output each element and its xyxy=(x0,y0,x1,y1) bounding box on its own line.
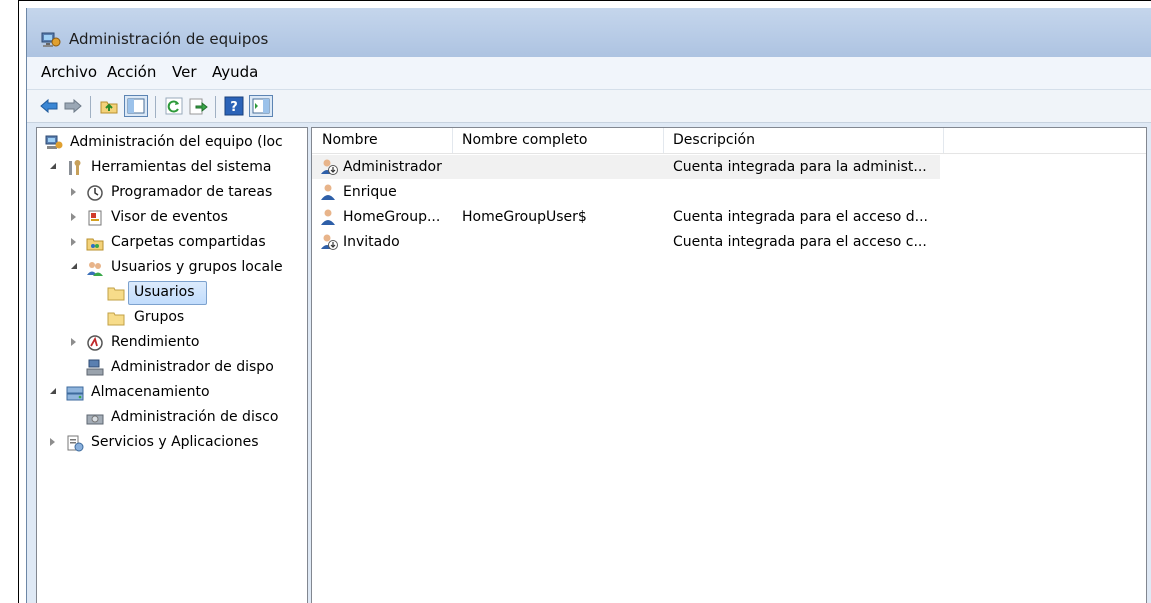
tree-item-label: Carpetas compartidas xyxy=(111,234,266,250)
user-disabled-icon xyxy=(321,234,338,250)
menu-accion[interactable]: Acción xyxy=(107,63,156,81)
tree-item-label: Administración de disco xyxy=(111,409,279,425)
users-list: Nombre Nombre completo Descripción Admin… xyxy=(311,127,1147,603)
tree-item-label: Usuarios y grupos locale xyxy=(111,259,283,275)
tree-item-label: Programador de tareas xyxy=(111,184,273,200)
tree-item-label: Administrador de dispo xyxy=(111,359,274,375)
window-title: Administración de equipos xyxy=(69,30,269,48)
tree-item-local-users-groups[interactable]: Usuarios y grupos locale xyxy=(37,256,307,280)
menu-archivo[interactable]: Archivo xyxy=(41,63,97,81)
export-list-icon[interactable] xyxy=(188,96,208,116)
menu-bar: Archivo Acción Ver Ayuda xyxy=(27,57,1151,90)
tools-icon xyxy=(69,160,81,175)
toolbar-separator xyxy=(90,96,91,118)
shared-folder-icon xyxy=(86,238,104,251)
tree-item-disk-management[interactable]: Administración de disco xyxy=(37,406,307,430)
tree-item-services-apps[interactable]: Servicios y Aplicaciones xyxy=(37,431,307,455)
expanded-arrow-icon[interactable] xyxy=(50,388,56,394)
performance-icon xyxy=(87,335,103,351)
toolbar-separator xyxy=(155,96,156,118)
tree-item-label: Visor de eventos xyxy=(111,209,228,225)
disk-icon xyxy=(86,414,104,425)
table-row[interactable]: Enrique xyxy=(312,180,1146,204)
arrow-left-icon[interactable] xyxy=(39,96,59,116)
event-viewer-icon xyxy=(88,210,102,226)
svg-text:?: ? xyxy=(230,100,238,115)
tree-item-event-viewer[interactable]: Visor de eventos xyxy=(37,206,307,230)
users-group-icon xyxy=(87,262,103,276)
folder-up-icon[interactable] xyxy=(99,96,119,116)
cell-name: Enrique xyxy=(343,184,397,200)
folder-icon xyxy=(107,312,125,326)
console-tree: Administración del equipo (loc Herramien… xyxy=(36,127,308,603)
tree-item-root[interactable]: Administración del equipo (loc xyxy=(37,131,307,155)
tree-item-label: Administración del equipo (loc xyxy=(70,134,283,150)
column-header-full-name[interactable]: Nombre completo xyxy=(452,128,664,153)
collapsed-arrow-icon[interactable] xyxy=(71,338,76,346)
toolbar: ? xyxy=(27,90,1151,123)
tree-item-label: Rendimiento xyxy=(111,334,200,350)
tree-item-performance[interactable]: Rendimiento xyxy=(37,331,307,355)
cell-description: Cuenta integrada para el acceso c... xyxy=(673,234,927,250)
computer-management-icon xyxy=(45,135,63,149)
refresh-icon[interactable] xyxy=(164,96,184,116)
collapsed-arrow-icon[interactable] xyxy=(71,213,76,221)
tree-item-label: Servicios y Aplicaciones xyxy=(91,434,259,450)
tree-item-groups[interactable]: Grupos xyxy=(37,306,307,330)
expanded-arrow-icon[interactable] xyxy=(50,163,56,169)
help-icon[interactable]: ? xyxy=(224,96,244,116)
computer-management-window: Administración de equipos Archivo Acción… xyxy=(26,8,1151,603)
user-icon xyxy=(321,184,335,200)
action-pane-icon[interactable] xyxy=(249,95,273,117)
cell-full-name: HomeGroupUser$ xyxy=(462,209,587,225)
column-header-description[interactable]: Descripción xyxy=(663,128,944,153)
console-tree-icon[interactable] xyxy=(124,95,148,117)
table-row[interactable]: Administrador Cuenta integrada para la a… xyxy=(312,155,940,179)
arrow-right-icon[interactable] xyxy=(63,96,83,116)
cell-description: Cuenta integrada para la administ... xyxy=(673,159,927,175)
tree-item-users[interactable]: Usuarios xyxy=(37,281,307,305)
cell-name: HomeGroup... xyxy=(343,209,441,225)
user-icon xyxy=(321,209,335,225)
tree-item-device-manager[interactable]: Administrador de dispo xyxy=(37,356,307,380)
table-row[interactable]: Invitado Cuenta integrada para el acceso… xyxy=(312,230,1146,254)
tree-item-label: Grupos xyxy=(134,309,185,325)
storage-icon xyxy=(66,386,84,401)
clock-icon xyxy=(87,185,103,201)
user-disabled-icon xyxy=(321,159,338,175)
tree-item-label: Herramientas del sistema xyxy=(91,159,272,175)
expanded-arrow-icon[interactable] xyxy=(71,263,77,269)
tree-item-label: Usuarios xyxy=(134,284,195,300)
folder-icon xyxy=(107,287,125,301)
computer-management-icon xyxy=(41,32,61,47)
cell-name: Administrador xyxy=(343,159,442,175)
device-manager-icon xyxy=(86,359,104,376)
toolbar-separator xyxy=(215,96,216,118)
table-row[interactable]: HomeGroup... HomeGroupUser$ Cuenta integ… xyxy=(312,205,1146,229)
menu-ayuda[interactable]: Ayuda xyxy=(212,63,258,81)
tree-item-label: Almacenamiento xyxy=(91,384,210,400)
tree-item-system-tools[interactable]: Herramientas del sistema xyxy=(37,156,307,180)
cell-description: Cuenta integrada para el acceso d... xyxy=(673,209,928,225)
tree-item-storage[interactable]: Almacenamiento xyxy=(37,381,307,405)
cell-name: Invitado xyxy=(343,234,400,250)
collapsed-arrow-icon[interactable] xyxy=(50,438,55,446)
tree-item-task-scheduler[interactable]: Programador de tareas xyxy=(37,181,307,205)
services-icon xyxy=(67,435,84,452)
title-bar: Administración de equipos xyxy=(27,8,1151,57)
column-header-name[interactable]: Nombre xyxy=(312,128,453,153)
collapsed-arrow-icon[interactable] xyxy=(71,188,76,196)
menu-ver[interactable]: Ver xyxy=(172,63,197,81)
column-header-row: Nombre Nombre completo Descripción xyxy=(312,128,1146,154)
tree-item-shared-folders[interactable]: Carpetas compartidas xyxy=(37,231,307,255)
collapsed-arrow-icon[interactable] xyxy=(71,238,76,246)
